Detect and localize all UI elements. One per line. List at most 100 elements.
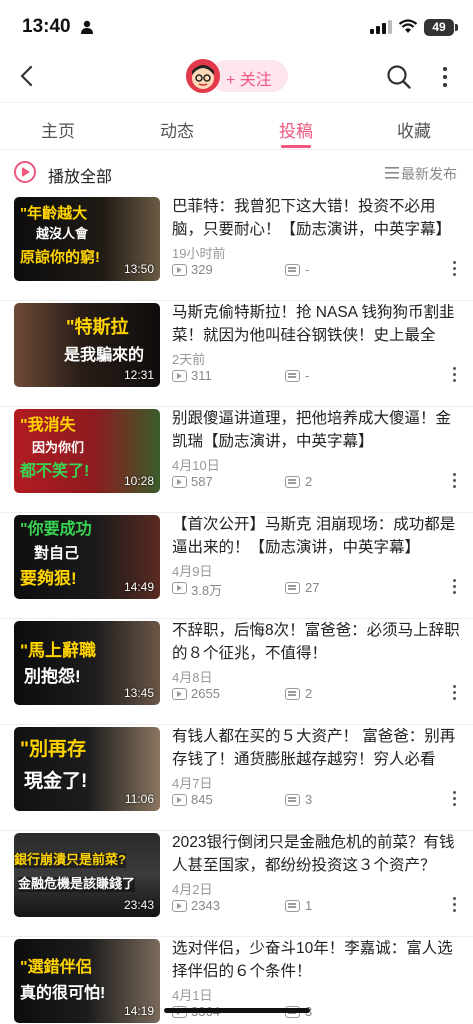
video-thumbnail[interactable]: "別再存 現金了! 11:06: [14, 727, 160, 811]
video-date: 4月10日: [172, 458, 220, 473]
danmaku-icon: [285, 688, 300, 700]
thumbnail-caption: "年齡越大: [20, 205, 88, 222]
home-indicator[interactable]: [164, 1008, 310, 1013]
video-thumbnail[interactable]: "選錯伴侶 真的很可怕! 14:19: [14, 939, 160, 1023]
avatar-face-icon: [186, 59, 220, 93]
video-meta: 2343 1: [172, 898, 472, 916]
thumbnail-caption: "我消失: [20, 417, 76, 434]
thumbnail-caption: 現金了!: [24, 771, 88, 792]
play-count-icon: [172, 370, 187, 382]
play-all-icon[interactable]: [14, 161, 36, 183]
item-more-icon[interactable]: [451, 579, 457, 597]
follow-label[interactable]: + 关注: [226, 66, 272, 90]
danmaku-count: 3: [305, 792, 313, 807]
tab-home[interactable]: 主页: [28, 117, 88, 142]
list-item[interactable]: "別再存 現金了! 11:06 有钱人都在买的５大资产！ 富爸爸：别再存钱了！通…: [0, 725, 473, 831]
play-count: 329: [191, 262, 213, 277]
list-item[interactable]: "你要成功 對自己 要夠狠! 14:49 【首次公开】马斯克 泪崩现场：成功都是…: [0, 513, 473, 619]
tab-favorites[interactable]: 收藏: [384, 117, 444, 142]
tab-dynamics[interactable]: 动态: [147, 117, 207, 142]
list-item[interactable]: 銀行崩潰只是前菜? 金融危機是該賺錢了 23:43 2023银行倒闭只是金融危机…: [0, 831, 473, 937]
thumbnail-caption: "特斯拉: [66, 317, 129, 337]
thumbnail-caption: 因为你们: [32, 440, 85, 455]
play-count: 2343: [191, 898, 220, 913]
play-count: 311: [191, 368, 212, 383]
video-title[interactable]: 别跟傻逼讲道理，把他培养成大傻逼！金凯瑞【励志演讲，中英字幕】: [172, 407, 462, 453]
danmaku-icon: [285, 264, 300, 276]
video-thumbnail[interactable]: "你要成功 對自己 要夠狠! 14:49: [14, 515, 160, 599]
play-count: 2655: [191, 686, 220, 701]
status-time: 13:40: [22, 16, 71, 37]
play-count: 845: [191, 792, 213, 807]
video-title[interactable]: 2023银行倒闭只是金融危机的前菜？有钱人甚至国家，都纷纷投资这３个资产？: [172, 831, 462, 877]
video-title[interactable]: 有钱人都在买的５大资产！ 富爸爸：别再存钱了！通货膨胀越存越穷！穷人必看: [172, 725, 462, 771]
play-count: 587: [191, 474, 213, 489]
danmaku-icon: [285, 794, 300, 806]
item-more-icon[interactable]: [451, 897, 457, 915]
status-bar: 13:40 49: [0, 0, 473, 52]
back-arrow-icon[interactable]: [16, 64, 38, 88]
thumbnail-caption: 別抱怨!: [24, 667, 81, 686]
video-title[interactable]: 马斯克偷特斯拉！抢 NASA 钱狗狗币割韭菜！就因为他叫硅谷钢铁侠！史上最全: [172, 301, 462, 347]
video-duration: 13:50: [123, 262, 154, 276]
video-date: 4月2日: [172, 882, 213, 897]
danmaku-count: 1: [305, 898, 313, 913]
video-date: 4月1日: [172, 988, 213, 1003]
danmaku-count: 2: [305, 686, 313, 701]
video-meta: 2655 2: [172, 686, 472, 704]
video-duration: 14:49: [123, 580, 154, 594]
video-duration: 10:28: [123, 474, 154, 488]
video-thumbnail[interactable]: "特斯拉 是我騙來的 12:31: [14, 303, 160, 387]
sort-icon[interactable]: [385, 167, 399, 179]
item-more-icon[interactable]: [451, 261, 457, 279]
video-title[interactable]: 巴菲特：我曾犯下这大错！投资不必用脑，只要耐心！【励志演讲，中英字幕】: [172, 195, 462, 241]
list-item[interactable]: "特斯拉 是我騙來的 12:31 马斯克偷特斯拉！抢 NASA 钱狗狗币割韭菜！…: [0, 301, 473, 407]
person-icon: [81, 20, 93, 34]
thumbnail-caption: "你要成功: [20, 521, 92, 538]
video-date: 19小时前: [172, 246, 226, 261]
thumbnail-caption: 要夠狠!: [20, 569, 77, 588]
play-all-button[interactable]: 播放全部: [48, 163, 112, 187]
thumbnail-caption: 原諒你的窮!: [20, 249, 100, 266]
danmaku-count: 27: [305, 580, 320, 595]
tab-bar: 主页 动态 投稿 收藏: [0, 102, 473, 150]
list-item[interactable]: "年齡越大 越沒人會 原諒你的窮! 13:50 巴菲特：我曾犯下这大错！投资不必…: [0, 195, 473, 301]
signal-icon: [370, 20, 392, 34]
avatar[interactable]: [186, 59, 220, 93]
danmaku-count: -: [305, 368, 310, 383]
item-more-icon[interactable]: [451, 685, 457, 703]
list-item[interactable]: "我消失 因为你们 都不笑了! 10:28 别跟傻逼讲道理，把他培养成大傻逼！金…: [0, 407, 473, 513]
more-options-icon[interactable]: [440, 66, 450, 88]
thumbnail-caption: "馬上辭職: [20, 641, 97, 660]
video-thumbnail[interactable]: "我消失 因为你们 都不笑了! 10:28: [14, 409, 160, 493]
video-title[interactable]: 不辞职，后悔8次！富爸爸：必须马上辞职的８个征兆，不值得！: [172, 619, 462, 665]
play-count-icon: [172, 688, 187, 700]
video-meta: 587 2: [172, 474, 472, 492]
battery-indicator: 49: [424, 19, 458, 36]
video-thumbnail[interactable]: "馬上辭職 別抱怨! 13:45: [14, 621, 160, 705]
item-more-icon[interactable]: [451, 473, 457, 491]
video-title[interactable]: 【首次公开】马斯克 泪崩现场：成功都是逼出来的！【励志演讲，中英字幕】: [172, 513, 462, 559]
sort-button[interactable]: 最新发布: [401, 164, 457, 184]
danmaku-count: -: [305, 262, 310, 277]
play-count-icon: [172, 476, 187, 488]
play-count-icon: [172, 264, 187, 276]
danmaku-icon: [285, 370, 300, 382]
thumbnail-caption: 金融危機是該賺錢了: [18, 876, 136, 892]
danmaku-icon: [285, 476, 300, 488]
video-title[interactable]: 选对伴侣，少奋斗10年！李嘉诚：富人选择伴侣的６个条件！: [172, 937, 462, 983]
search-icon[interactable]: [386, 64, 412, 90]
danmaku-icon: [285, 582, 300, 594]
thumbnail-caption: 越沒人會: [36, 226, 89, 241]
play-count-icon: [172, 900, 187, 912]
tab-uploads[interactable]: 投稿: [266, 117, 326, 142]
list-item[interactable]: "馬上辭職 別抱怨! 13:45 不辞职，后悔8次！富爸爸：必须马上辞职的８个征…: [0, 619, 473, 725]
item-more-icon[interactable]: [451, 791, 457, 809]
nav-bar: + 关注: [0, 52, 473, 100]
video-thumbnail[interactable]: 銀行崩潰只是前菜? 金融危機是該賺錢了 23:43: [14, 833, 160, 917]
thumbnail-caption: 是我騙來的: [64, 347, 145, 364]
video-thumbnail[interactable]: "年齡越大 越沒人會 原諒你的窮! 13:50: [14, 197, 160, 281]
item-more-icon[interactable]: [451, 367, 457, 385]
thumbnail-caption: 真的很可怕!: [20, 985, 106, 1002]
video-meta: 311 -: [172, 368, 472, 386]
